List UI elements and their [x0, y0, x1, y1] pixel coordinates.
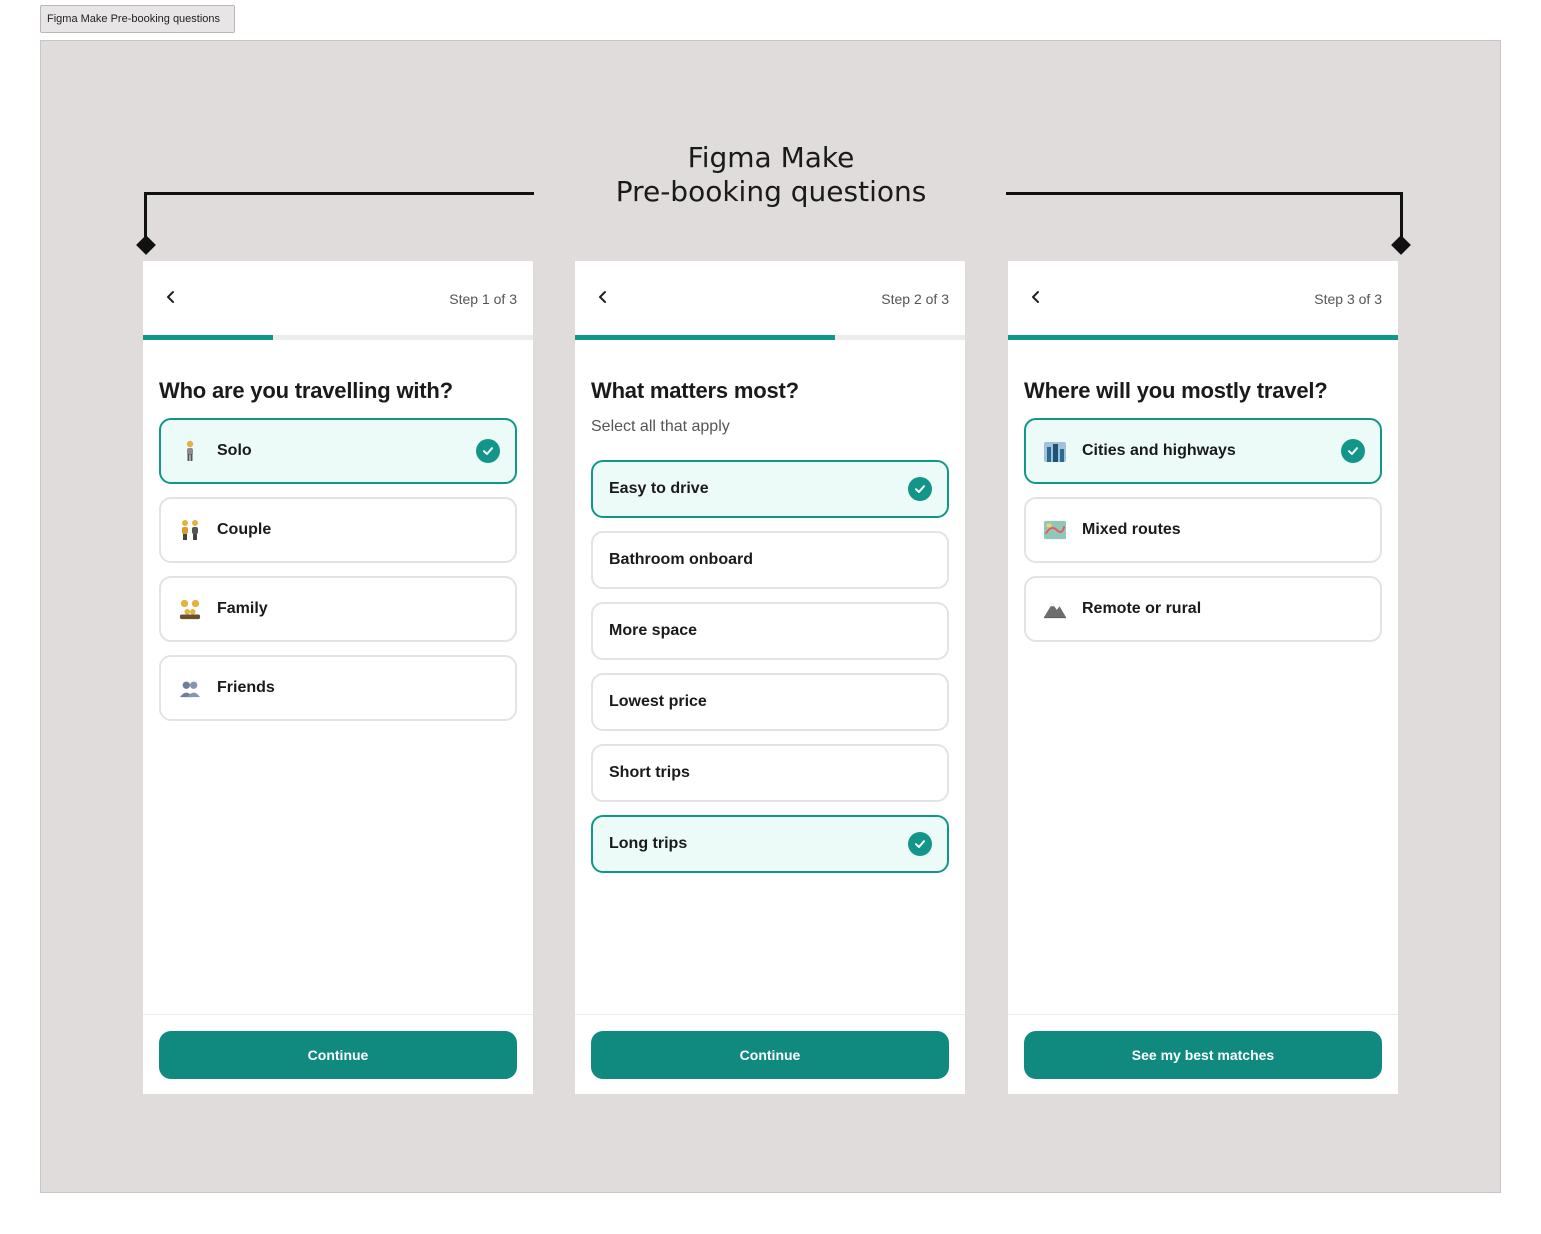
step-indicator: Step 2 of 3	[881, 291, 949, 307]
option-label: Remote or rural	[1082, 600, 1202, 617]
option-label: Mixed routes	[1082, 521, 1181, 538]
chevron-left-icon	[1032, 291, 1039, 303]
screen-step-2: Step 2 of 3 What matters most? Select al…	[575, 261, 965, 1094]
screen-header: Step 3 of 3	[1008, 261, 1398, 335]
chevron-left-icon	[599, 291, 606, 303]
bracket-left-horizontal	[144, 192, 534, 195]
option-more-space[interactable]: More space	[591, 602, 949, 660]
option-label: Family	[217, 600, 268, 617]
option-easy-to-drive[interactable]: Easy to drive	[591, 460, 949, 518]
step-indicator: Step 1 of 3	[449, 291, 517, 307]
frame-canvas: Figma Make Pre-booking questions Step 1 …	[40, 40, 1501, 1193]
option-label: Friends	[217, 679, 275, 696]
screen-footer: Continue	[143, 1014, 533, 1094]
check-icon	[1341, 439, 1365, 463]
option-couple[interactable]: Couple	[159, 497, 517, 563]
option-label: Bathroom onboard	[609, 551, 753, 568]
screen-header: Step 1 of 3	[143, 261, 533, 335]
back-button[interactable]	[589, 283, 617, 311]
question-title: Who are you travelling with?	[159, 378, 453, 403]
screen-step-3: Step 3 of 3 Where will you mostly travel…	[1008, 261, 1398, 1094]
section-title-line-2: Pre-booking questions	[615, 175, 927, 208]
bracket-left-diamond	[136, 235, 156, 255]
back-button[interactable]	[1022, 283, 1050, 311]
option-list: Cities and highways Mixed routes Remote …	[1024, 418, 1382, 642]
option-long-trips[interactable]: Long trips	[591, 815, 949, 873]
back-button[interactable]	[157, 283, 185, 311]
progress-fill	[143, 335, 273, 340]
continue-button[interactable]: Continue	[159, 1031, 517, 1079]
step-indicator: Step 3 of 3	[1314, 291, 1382, 307]
progress-bar	[1008, 335, 1398, 340]
screen-header: Step 2 of 3	[575, 261, 965, 335]
option-list: Easy to drive Bathroom onboard More spac…	[591, 460, 949, 873]
mountain-icon	[1044, 598, 1066, 620]
city-icon	[1044, 440, 1066, 462]
map-icon	[1044, 519, 1066, 541]
question-subtitle: Select all that apply	[591, 418, 730, 435]
progress-bar	[575, 335, 965, 340]
option-label: Cities and highways	[1082, 442, 1236, 459]
progress-fill	[1008, 335, 1398, 340]
option-family[interactable]: Family	[159, 576, 517, 642]
option-list: Solo Couple Family Friends	[159, 418, 517, 721]
option-label: Easy to drive	[609, 480, 709, 497]
check-icon	[476, 439, 500, 463]
person-icon	[179, 440, 201, 462]
frame-name-tag: Figma Make Pre-booking questions	[40, 5, 235, 33]
bracket-right-diamond	[1391, 235, 1411, 255]
section-title: Figma Make Pre-booking questions	[601, 141, 941, 209]
check-icon	[908, 477, 932, 501]
option-short-trips[interactable]: Short trips	[591, 744, 949, 802]
option-mixed-routes[interactable]: Mixed routes	[1024, 497, 1382, 563]
option-label: Couple	[217, 521, 272, 538]
option-bathroom-onboard[interactable]: Bathroom onboard	[591, 531, 949, 589]
continue-button[interactable]: Continue	[591, 1031, 949, 1079]
screen-footer: Continue	[575, 1014, 965, 1094]
screen-footer: See my best matches	[1008, 1014, 1398, 1094]
option-lowest-price[interactable]: Lowest price	[591, 673, 949, 731]
bracket-right-horizontal	[1006, 192, 1403, 195]
question-title: Where will you mostly travel?	[1024, 378, 1328, 403]
check-icon	[908, 832, 932, 856]
option-label: More space	[609, 622, 698, 639]
screen-step-1: Step 1 of 3 Who are you travelling with?…	[143, 261, 533, 1094]
friends-icon	[179, 677, 201, 699]
option-label: Solo	[217, 442, 252, 459]
see-best-matches-button[interactable]: See my best matches	[1024, 1031, 1382, 1079]
chevron-left-icon	[167, 291, 174, 303]
family-icon	[179, 598, 201, 620]
couple-icon	[179, 519, 201, 541]
option-cities-and-highways[interactable]: Cities and highways	[1024, 418, 1382, 484]
progress-fill	[575, 335, 836, 340]
section-title-line-1: Figma Make	[687, 141, 855, 174]
option-friends[interactable]: Friends	[159, 655, 517, 721]
progress-bar	[143, 335, 533, 340]
option-label: Short trips	[609, 764, 690, 781]
option-label: Long trips	[609, 835, 688, 852]
option-remote-or-rural[interactable]: Remote or rural	[1024, 576, 1382, 642]
option-label: Lowest price	[609, 693, 707, 710]
question-title: What matters most?	[591, 378, 799, 403]
option-solo[interactable]: Solo	[159, 418, 517, 484]
